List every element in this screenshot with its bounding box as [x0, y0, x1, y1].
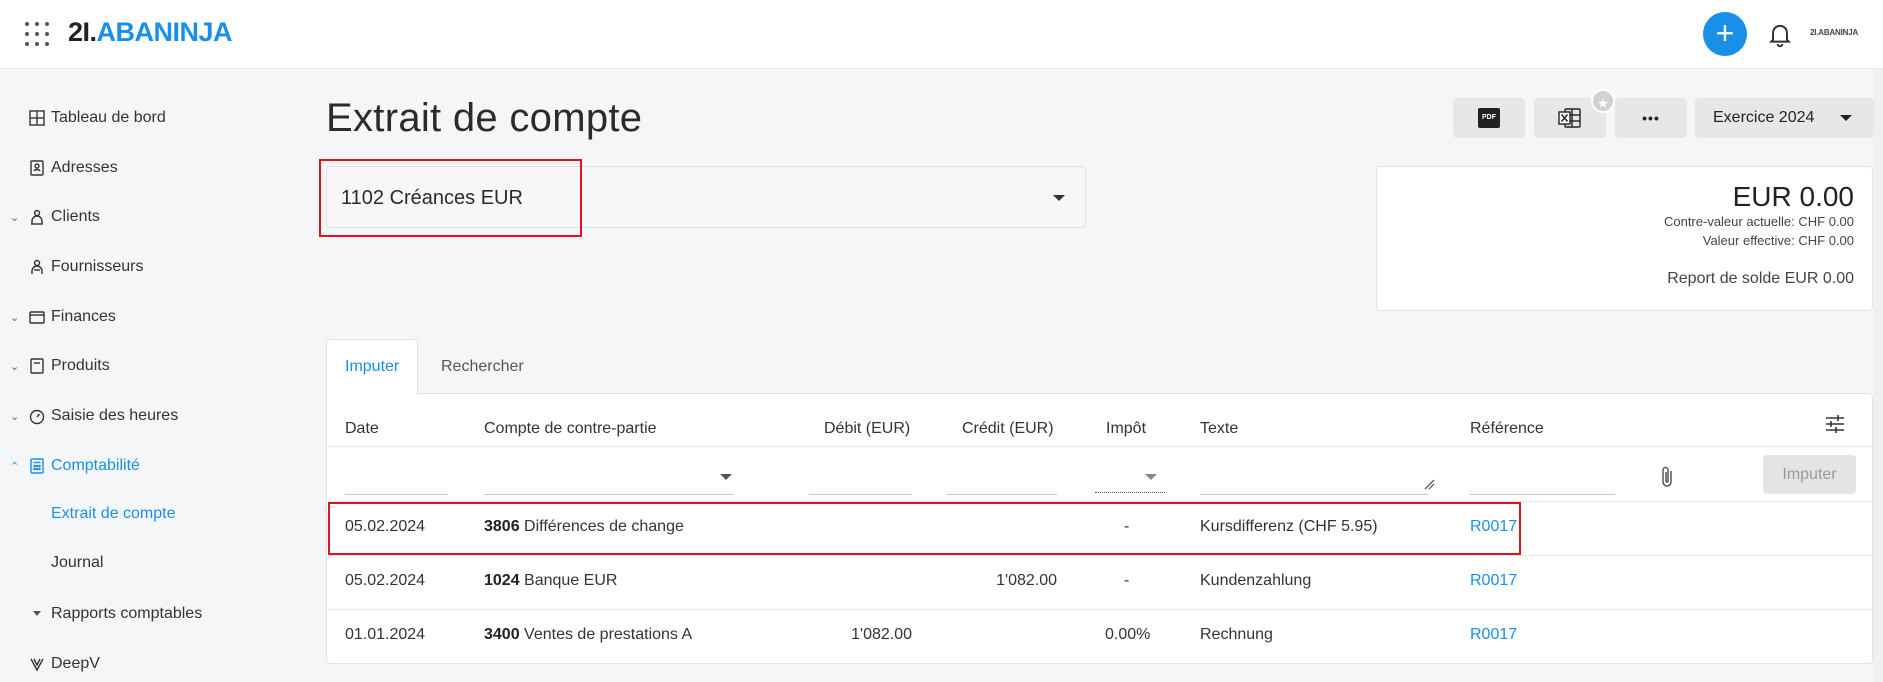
- product-icon: [30, 358, 44, 374]
- cell-text: Kundenzahlung: [1200, 572, 1312, 589]
- debit-input[interactable]: [809, 494, 912, 495]
- logo-part-1: 2I.: [68, 17, 97, 47]
- text-input[interactable]: [1200, 494, 1428, 495]
- balance-amount: EUR 0.00: [1732, 181, 1854, 212]
- cell-date: 01.01.2024: [345, 626, 426, 643]
- sidebar-subitem-extrait-de-compte[interactable]: Extrait de compte: [51, 505, 176, 523]
- cell-reference-link[interactable]: R0017: [1470, 572, 1517, 590]
- reference-input[interactable]: [1470, 494, 1615, 495]
- imputer-button[interactable]: Imputer: [1763, 455, 1856, 494]
- column-header-texte: Texte: [1200, 420, 1239, 437]
- sidebar-item-label: Finances: [51, 308, 116, 325]
- dashboard-icon: [29, 110, 45, 126]
- excel-icon: [1558, 108, 1581, 128]
- cell-tax: 0.00%: [1105, 626, 1151, 643]
- sidebar-item-label: DeepV: [51, 655, 100, 672]
- column-header-credit: Crédit (EUR): [962, 420, 1054, 437]
- exercise-select[interactable]: Exercice 2024: [1695, 98, 1874, 138]
- chevron-down-icon[interactable]: ⌄: [10, 211, 20, 224]
- balance-contre-valeur: Contre-valeur actuelle: CHF 0.00: [1663, 214, 1854, 229]
- column-header-debit: Débit (EUR): [824, 420, 911, 437]
- cell-account: 3400 Ventes de prestations A: [484, 626, 692, 644]
- column-settings-icon[interactable]: [1823, 412, 1847, 436]
- clients-icon: [31, 209, 43, 225]
- date-input[interactable]: [345, 494, 448, 495]
- cell-reference-link[interactable]: R0017: [1470, 626, 1517, 644]
- caret-down-icon: [33, 611, 41, 616]
- deepv-icon: [30, 658, 44, 672]
- highlight-box-row: [328, 502, 1521, 555]
- paperclip-icon[interactable]: [1657, 464, 1677, 490]
- pdf-export-button[interactable]: PDF: [1453, 98, 1525, 138]
- tax-select[interactable]: [1095, 492, 1165, 493]
- tab-rechercher[interactable]: Rechercher: [423, 339, 542, 394]
- cell-date: 05.02.2024: [345, 572, 426, 589]
- cell-tax: -: [1124, 572, 1130, 589]
- caret-down-icon: [1053, 195, 1065, 201]
- sidebar-item-label: Produits: [51, 357, 110, 374]
- column-header-compte: Compte de contre-partie: [484, 420, 657, 437]
- sidebar-subitem-label: Rapports comptables: [51, 605, 203, 622]
- sidebar-item-label: Adresses: [51, 159, 118, 176]
- sidebar-item-label: Comptabilité: [51, 457, 140, 474]
- cell-account-name: Ventes de prestations A: [524, 626, 693, 643]
- sidebar-item-label: Tableau de bord: [51, 109, 166, 126]
- caret-down-icon: [1145, 474, 1157, 480]
- cell-credit: 1'082.00: [996, 572, 1057, 589]
- logo-part-2: ABANINJA: [96, 17, 233, 47]
- more-options-button[interactable]: •••: [1615, 98, 1687, 138]
- pdf-icon: PDF: [1478, 108, 1500, 128]
- cell-text: Rechnung: [1200, 626, 1273, 643]
- app-logo[interactable]: 2I.ABANINJA: [68, 17, 233, 48]
- sidebar-item-label: Fournisseurs: [51, 258, 144, 275]
- star-icon[interactable]: ★: [1591, 89, 1615, 113]
- highlight-box-account: [319, 159, 582, 237]
- column-header-reference: Référence: [1470, 420, 1544, 437]
- table-row[interactable]: 01.01.2024 3400 Ventes de prestations A …: [327, 610, 1872, 663]
- caret-down-icon: [720, 474, 732, 480]
- balance-report: Report de solde EUR 0.00: [1667, 270, 1854, 287]
- chevron-down-icon[interactable]: ⌄: [10, 311, 20, 324]
- cell-account-number: 3400: [484, 626, 520, 643]
- balance-card: EUR 0.00 Contre-valeur actuelle: CHF 0.0…: [1376, 166, 1873, 311]
- sidebar-item-label: Clients: [51, 208, 100, 225]
- bell-icon[interactable]: [1766, 20, 1794, 48]
- column-header-date: Date: [345, 420, 379, 437]
- cell-account-number: 1024: [484, 572, 520, 589]
- caret-down-icon: [1840, 115, 1852, 121]
- account-avatar[interactable]: 2I.ABANINJA: [1810, 28, 1858, 37]
- wallet-icon: [29, 311, 45, 324]
- chevron-up-icon[interactable]: ⌃: [10, 460, 20, 473]
- apps-grid-icon[interactable]: [25, 22, 49, 46]
- scrollbar[interactable]: [1873, 69, 1883, 682]
- tab-imputer[interactable]: Imputer: [326, 339, 419, 394]
- chevron-down-icon[interactable]: ⌄: [10, 360, 20, 373]
- suppliers-icon: [31, 259, 43, 274]
- cell-account-name: Banque EUR: [524, 572, 618, 589]
- contra-account-input[interactable]: [484, 494, 734, 495]
- resize-handle-icon[interactable]: [1423, 478, 1435, 490]
- cell-account: 1024 Banque EUR: [484, 572, 617, 590]
- divider: [327, 446, 1872, 447]
- sidebar-item-label: Saisie des heures: [51, 407, 179, 424]
- table-row[interactable]: 05.02.2024 1024 Banque EUR 1'082.00 - Ku…: [327, 556, 1872, 609]
- calculator-icon: [30, 458, 44, 474]
- add-button[interactable]: +: [1703, 12, 1747, 56]
- chevron-down-icon[interactable]: ⌄: [10, 410, 20, 423]
- column-header-impot: Impôt: [1106, 420, 1147, 437]
- sidebar-subitem-journal[interactable]: Journal: [51, 554, 103, 572]
- page-title: Extrait de compte: [326, 96, 643, 140]
- credit-input[interactable]: [947, 494, 1057, 495]
- sidebar: Tableau de bord Adresses ⌄ Clients Fourn…: [0, 69, 300, 682]
- top-bar: 2I.ABANINJA + 2I.ABANINJA: [0, 0, 1883, 69]
- address-book-icon: [30, 160, 44, 176]
- cell-debit: 1'082.00: [851, 626, 912, 643]
- stopwatch-icon: [29, 409, 45, 425]
- balance-valeur-effective: Valeur effective: CHF 0.00: [1702, 233, 1854, 248]
- exercise-label: Exercice 2024: [1713, 109, 1815, 126]
